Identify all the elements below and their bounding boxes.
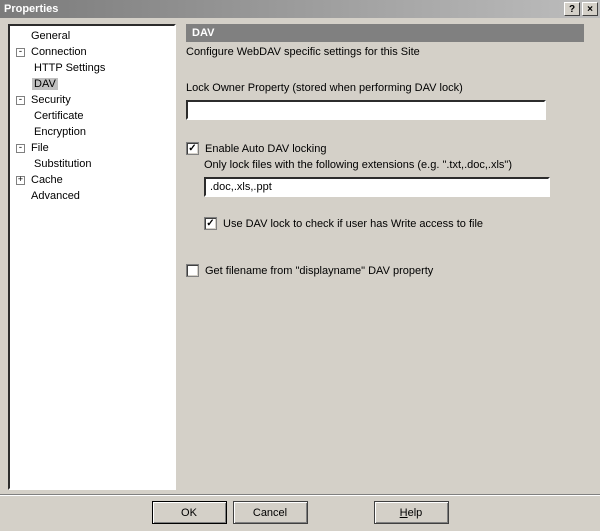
tree-item-substitution[interactable]: Substitution — [32, 158, 93, 170]
tree-item-connection[interactable]: Connection — [29, 46, 89, 58]
close-icon[interactable]: × — [582, 2, 598, 16]
help-button-rest: elp — [408, 507, 423, 519]
tree-item-cache[interactable]: Cache — [29, 174, 65, 186]
tree-item-security[interactable]: Security — [29, 94, 73, 106]
tree-item-dav[interactable]: DAV — [32, 78, 58, 90]
tree-item-encryption[interactable]: Encryption — [32, 126, 88, 138]
button-bar: OK Cancel Help — [0, 494, 600, 530]
tree-item-http-settings[interactable]: HTTP Settings — [32, 62, 107, 74]
displayname-row[interactable]: Get filename from "displayname" DAV prop… — [186, 264, 584, 277]
auto-lock-label: Enable Auto DAV locking — [205, 143, 326, 155]
extensions-input[interactable] — [204, 177, 550, 197]
nav-tree[interactable]: General -Connection HTTP Settings DAV -S… — [8, 24, 176, 490]
panel-description: Configure WebDAV specific settings for t… — [186, 46, 584, 58]
tree-item-certificate[interactable]: Certificate — [32, 110, 86, 122]
checkbox-icon[interactable]: ✓ — [186, 142, 199, 155]
tree-item-file[interactable]: File — [29, 142, 51, 154]
displayname-label: Get filename from "displayname" DAV prop… — [205, 265, 433, 277]
cancel-button[interactable]: Cancel — [233, 501, 308, 524]
help-button[interactable]: Help — [374, 501, 449, 524]
titlebar: Properties ? × — [0, 0, 600, 18]
checkbox-icon[interactable]: ✓ — [204, 217, 217, 230]
settings-panel: DAV Configure WebDAV specific settings f… — [176, 24, 590, 494]
help-icon[interactable]: ? — [564, 2, 580, 16]
lock-owner-label: Lock Owner Property (stored when perform… — [186, 82, 584, 94]
tree-item-general[interactable]: General — [29, 30, 72, 42]
lock-owner-input[interactable] — [186, 100, 546, 120]
ok-button[interactable]: OK — [152, 501, 227, 524]
window-title: Properties — [4, 3, 58, 15]
checkbox-icon[interactable] — [186, 264, 199, 277]
extensions-label: Only lock files with the following exten… — [204, 159, 584, 171]
collapse-icon[interactable]: - — [16, 96, 25, 105]
auto-lock-row[interactable]: ✓ Enable Auto DAV locking — [186, 142, 584, 155]
collapse-icon[interactable]: - — [16, 48, 25, 57]
panel-header: DAV — [186, 24, 584, 42]
tree-item-advanced[interactable]: Advanced — [29, 190, 82, 202]
expand-icon[interactable]: + — [16, 176, 25, 185]
collapse-icon[interactable]: - — [16, 144, 25, 153]
write-check-label: Use DAV lock to check if user has Write … — [223, 218, 483, 230]
write-check-row[interactable]: ✓ Use DAV lock to check if user has Writ… — [204, 217, 584, 230]
